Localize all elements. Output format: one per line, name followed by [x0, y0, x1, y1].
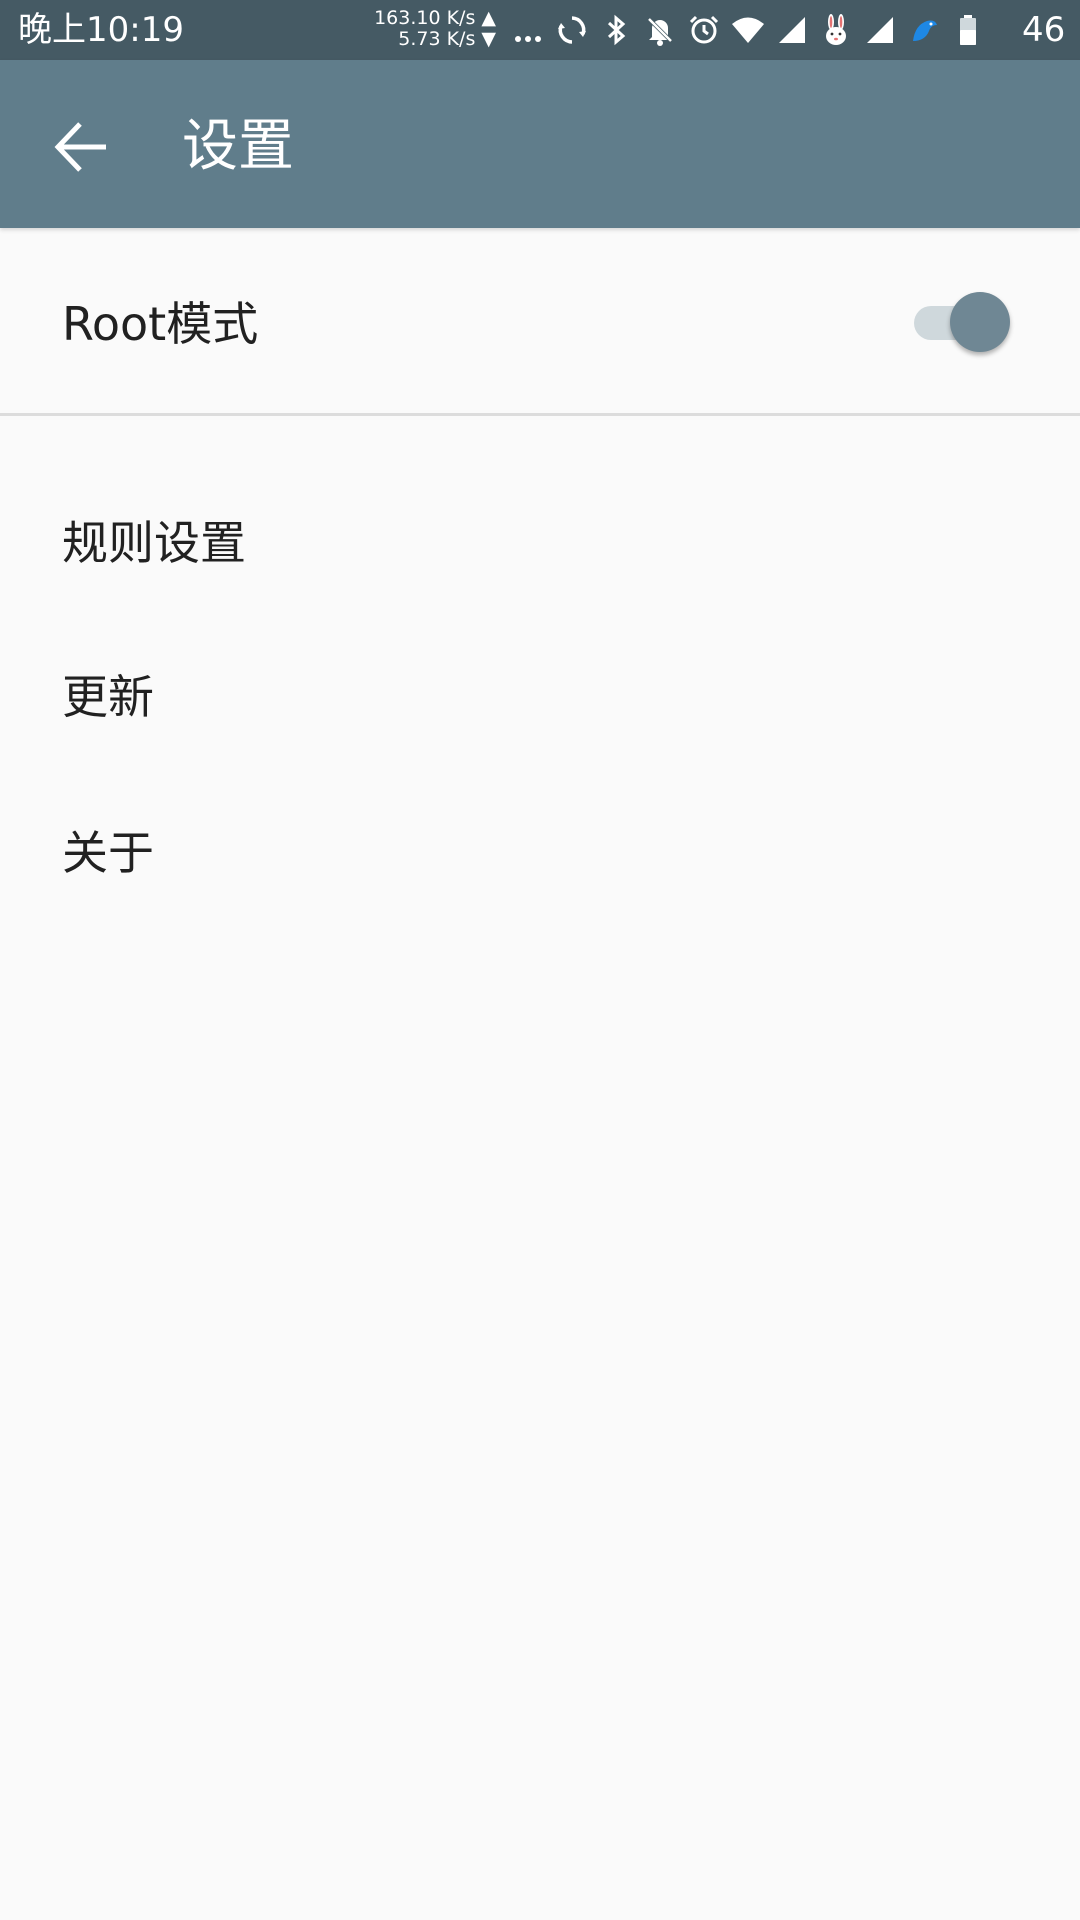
alarm-icon	[682, 8, 726, 52]
more-dots-icon	[506, 8, 550, 52]
battery-icon	[946, 8, 990, 52]
root-mode-label: Root模式	[62, 297, 259, 351]
switch-thumb	[950, 292, 1010, 352]
page-title: 设置	[182, 114, 294, 179]
status-time: 晚上10:19	[18, 10, 184, 50]
divider	[0, 413, 1080, 416]
settings-item-label: 更新	[62, 670, 154, 724]
bell-off-icon	[638, 8, 682, 52]
rabbit-icon	[814, 8, 858, 52]
bluetooth-icon	[594, 8, 638, 52]
wifi-icon	[726, 8, 770, 52]
back-button[interactable]	[44, 110, 118, 184]
signal-2-icon	[858, 8, 902, 52]
status-icons	[506, 8, 990, 52]
root-mode-switch[interactable]	[912, 292, 1012, 352]
settings-item-update[interactable]: 更新	[0, 634, 1080, 754]
settings-item-label: 规则设置	[62, 516, 246, 570]
arrow-left-icon	[54, 122, 106, 172]
sync-icon	[550, 8, 594, 52]
settings-item-label: 关于	[62, 826, 154, 880]
status-bar: 晚上10:19 163.10 K/s ▲ 5.73 K/s ▼ 46	[0, 0, 1080, 60]
network-speed: 163.10 K/s ▲ 5.73 K/s ▼	[368, 8, 496, 50]
settings-item-about[interactable]: 关于	[0, 790, 1080, 910]
settings-item-rules[interactable]: 规则设置	[0, 480, 1080, 600]
upload-speed: 163.10 K/s ▲	[374, 7, 496, 29]
app-bar: 设置	[0, 60, 1080, 228]
download-speed: 5.73 K/s ▼	[398, 28, 496, 50]
signal-icon	[770, 8, 814, 52]
battery-level: 46	[1022, 10, 1066, 50]
bird-icon	[902, 8, 946, 52]
